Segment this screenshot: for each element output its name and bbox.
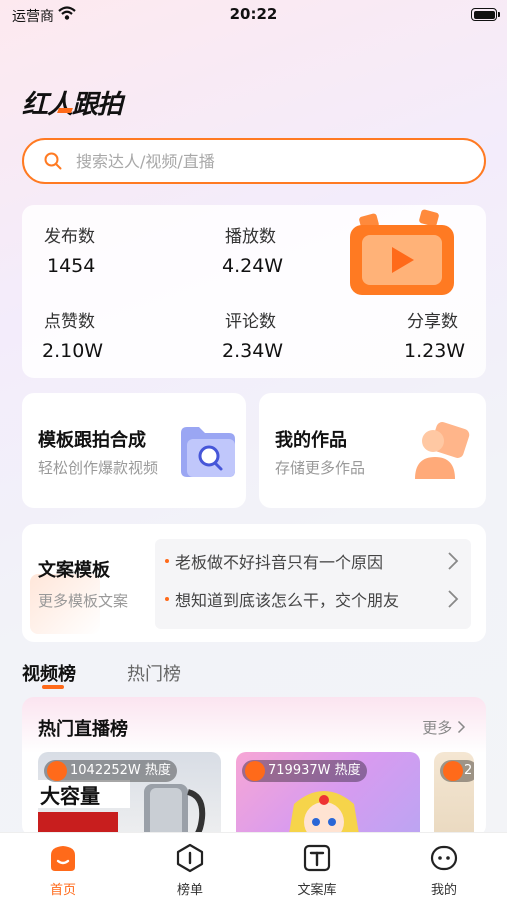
text-library-icon: [303, 844, 331, 872]
folder-search-icon: [181, 427, 235, 477]
search-icon: [44, 152, 62, 170]
nav-home[interactable]: 首页: [0, 833, 126, 900]
section-title: 热门直播榜: [38, 719, 128, 740]
tab-hot-rank[interactable]: 热门榜: [127, 660, 181, 686]
app-logo: 红人跟拍: [22, 90, 123, 120]
stat-label: 播放数: [225, 227, 276, 247]
live-tile[interactable]: 大容量 1042252W 热度: [38, 752, 221, 837]
product-text: 大容量: [40, 784, 100, 808]
stat-likes: 点赞数 2.10W: [42, 307, 104, 362]
nav-copy-library[interactable]: 文案库: [254, 833, 380, 900]
profile-icon: [430, 845, 458, 871]
kettle-image: [144, 784, 206, 837]
card-subtitle: 轻松创作爆款视频: [38, 459, 159, 477]
anime-character-image: [288, 791, 360, 837]
stat-value: 1.23W: [404, 340, 466, 362]
chevron-right-icon: [448, 590, 459, 608]
stat-label: 分享数: [407, 312, 458, 332]
heat-badge: 1042252W 热度: [44, 760, 177, 782]
nav-label: 榜单: [176, 883, 203, 898]
live-tile[interactable]: 719937W 热度: [236, 752, 420, 837]
stat-publish: 发布数 1454: [44, 222, 95, 277]
hot-live-card: 热门直播榜 更多 大容量 1042252W 热度 719937W 热度 2: [22, 697, 486, 837]
nav-label: 首页: [49, 883, 76, 898]
stat-label: 发布数: [44, 227, 95, 247]
live-tile[interactable]: 2: [434, 752, 474, 837]
fire-icon: [245, 761, 265, 781]
stat-value: 1454: [47, 255, 96, 277]
my-works-card[interactable]: 我的作品 存储更多作品: [259, 393, 486, 508]
search-input[interactable]: [76, 140, 466, 182]
heat-badge: 2: [440, 760, 474, 782]
copy-line-list: 老板做不好抖音只有一个原因 想知道到底该怎么干，交个朋友: [155, 539, 471, 629]
fire-icon: [47, 761, 67, 781]
heat-value: 719937W 热度: [268, 763, 361, 778]
video-tv-illustration: [350, 209, 454, 295]
heat-value: 2: [464, 763, 473, 778]
copy-line-text: 想知道到底该怎么干，交个朋友: [175, 591, 400, 610]
stats-card: 发布数 1454 播放数 4.24W 点赞数 2.10W 评论数 2.34W 分…: [22, 205, 486, 378]
template-compose-card[interactable]: 模板跟拍合成 轻松创作爆款视频: [22, 393, 246, 508]
home-icon: [51, 846, 75, 871]
person-icon: [415, 422, 470, 479]
bottom-nav: 首页 榜单 文案库 我的: [0, 832, 507, 900]
product-banner-red: [38, 812, 118, 832]
fire-icon: [443, 761, 463, 781]
nav-label: 文案库: [297, 883, 337, 898]
more-label: 更多: [422, 719, 453, 737]
more-link[interactable]: 更多: [422, 717, 466, 738]
nav-ranking[interactable]: 榜单: [127, 833, 253, 900]
logo-accent: [57, 108, 73, 113]
card-title: 文案模板: [38, 560, 110, 581]
stat-plays: 播放数 4.24W: [222, 222, 283, 277]
status-bar: 运营商 20:22: [0, 0, 507, 30]
card-subtitle: 存储更多作品: [275, 459, 366, 477]
chevron-right-icon: [457, 720, 466, 734]
card-title: 我的作品: [275, 430, 347, 451]
battery-icon: [471, 8, 500, 21]
clock: 20:22: [229, 5, 278, 23]
chevron-right-icon: [448, 552, 459, 570]
stat-label: 点赞数: [44, 312, 95, 332]
active-tab-indicator: [42, 685, 64, 689]
bullet-dot: [165, 559, 169, 563]
stat-value: 2.34W: [222, 340, 284, 362]
product-banner: 大容量: [38, 780, 130, 808]
stat-shares: 分享数 1.23W: [404, 307, 465, 362]
nav-label: 我的: [430, 883, 457, 898]
copywriting-template-card: 文案模板 更多模板文案 老板做不好抖音只有一个原因 想知道到底该怎么干，交个朋友: [22, 524, 486, 642]
card-title: 模板跟拍合成: [38, 430, 146, 451]
heat-value: 1042252W 热度: [70, 763, 171, 778]
heat-badge: 719937W 热度: [242, 760, 367, 782]
bullet-dot: [165, 597, 169, 601]
search-bar[interactable]: [22, 138, 486, 184]
stat-label: 评论数: [225, 312, 276, 332]
card-subtitle: 更多模板文案: [38, 592, 129, 610]
copy-line-item[interactable]: 老板做不好抖音只有一个原因: [155, 543, 471, 579]
nav-profile[interactable]: 我的: [381, 833, 507, 900]
tab-video-rank[interactable]: 视频榜: [22, 660, 76, 686]
stat-value: 4.24W: [222, 255, 284, 277]
copy-line-item[interactable]: 想知道到底该怎么干，交个朋友: [155, 581, 471, 617]
stat-comments: 评论数 2.34W: [222, 307, 283, 362]
stat-value: 2.10W: [42, 340, 104, 362]
ranking-icon: [176, 843, 204, 873]
copy-line-text: 老板做不好抖音只有一个原因: [175, 553, 384, 572]
